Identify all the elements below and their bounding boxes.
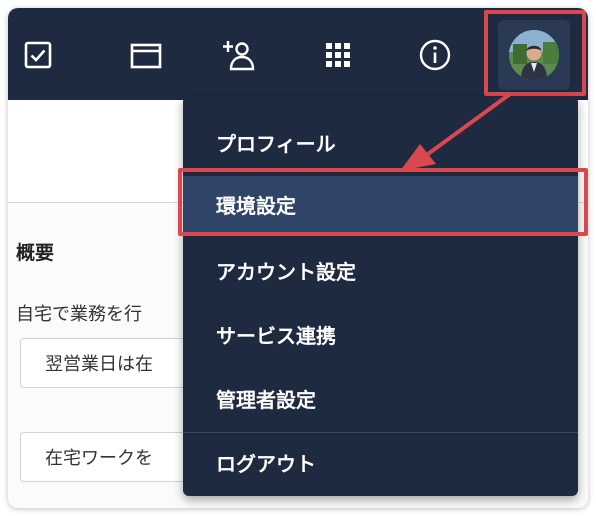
- app-window: 概要 自宅で業務を行 翌営業日は在 在宅ワークを プロフィール 環境設定 アカウ…: [8, 8, 588, 508]
- pointer-arrow: [400, 92, 512, 171]
